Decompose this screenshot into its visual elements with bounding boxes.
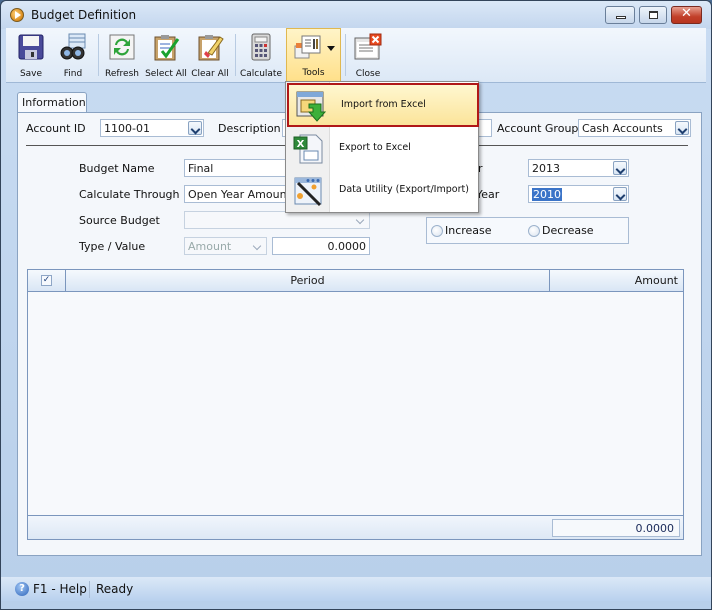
source-year-value: 2010 xyxy=(532,188,562,201)
account-group-value: Cash Accounts xyxy=(582,122,663,135)
value-amount: 0.0000 xyxy=(327,240,367,253)
account-id-combo[interactable]: 1100-01 xyxy=(100,119,204,137)
status-separator xyxy=(89,581,90,598)
close-window-icon xyxy=(354,33,382,60)
export-excel-icon: X xyxy=(293,134,323,164)
import-from-excel-label: Import from Excel xyxy=(341,99,426,110)
type-value: Amount xyxy=(188,240,232,253)
refresh-label: Refresh xyxy=(105,69,139,79)
data-utility-icon xyxy=(294,177,322,207)
binoculars-icon xyxy=(60,33,86,60)
calculate-button[interactable]: Calculate xyxy=(238,28,284,82)
close-window-button[interactable]: ✕ xyxy=(671,6,702,24)
export-to-excel-label: Export to Excel xyxy=(339,142,411,153)
help-text[interactable]: F1 - Help xyxy=(33,582,87,596)
total-amount: 0.0000 xyxy=(552,519,680,537)
status-text: Ready xyxy=(96,582,134,596)
maximize-button[interactable] xyxy=(639,6,667,24)
select-all-column: ✓ xyxy=(28,270,66,291)
minimize-icon xyxy=(616,16,626,19)
tools-icon xyxy=(294,35,320,59)
clear-all-button[interactable]: Clear All xyxy=(189,28,231,82)
save-label: Save xyxy=(19,69,43,79)
increase-label: Increase xyxy=(445,224,492,237)
minimize-button[interactable] xyxy=(605,6,635,24)
svg-text:X: X xyxy=(297,139,305,150)
account-id-value: 1100-01 xyxy=(104,122,150,135)
decrease-radio[interactable] xyxy=(528,225,540,237)
source-year-label: Year xyxy=(476,188,500,201)
type-combo[interactable]: Amount xyxy=(184,237,267,255)
select-all-label: Select All xyxy=(145,69,187,79)
select-all-button[interactable]: Select All xyxy=(144,28,188,82)
floppy-disk-icon xyxy=(18,34,44,60)
account-group-combo[interactable]: Cash Accounts xyxy=(578,119,691,137)
data-utility-label: Data Utility (Export/Import) xyxy=(339,184,469,195)
refresh-icon xyxy=(109,34,135,60)
toolbar: Save Find Refresh Select All Clear All C… xyxy=(6,28,706,83)
value-amount-field[interactable]: 0.0000 xyxy=(272,237,370,255)
account-id-label: Account ID xyxy=(26,122,86,135)
close-button[interactable]: Close xyxy=(348,28,388,82)
grid-footer: 0.0000 xyxy=(28,515,683,539)
type-value-label: Type / Value xyxy=(79,240,146,253)
select-all-checkbox[interactable]: ✓ xyxy=(41,275,52,286)
increase-radio[interactable] xyxy=(431,225,443,237)
close-label: Close xyxy=(355,69,381,79)
find-button[interactable]: Find xyxy=(53,28,93,82)
source-year-combo[interactable]: 2010 xyxy=(528,185,629,203)
budget-grid: ✓ Period Amount 0.0000 xyxy=(27,269,684,540)
menu-item-data-utility[interactable]: Data Utility (Export/Import) xyxy=(286,170,478,212)
account-group-label: Account Group xyxy=(497,122,579,135)
toolbar-separator xyxy=(98,34,99,76)
increase-decrease-group: Increase Decrease xyxy=(426,217,629,244)
year-combo[interactable]: 2013 xyxy=(528,159,629,177)
tools-label: Tools xyxy=(302,68,325,78)
chevron-down-icon[interactable] xyxy=(354,213,368,227)
menu-item-export-to-excel[interactable]: X Export to Excel xyxy=(286,128,478,170)
clear-all-clipboard-icon xyxy=(198,35,224,61)
clear-all-label: Clear All xyxy=(191,69,229,79)
source-budget-label: Source Budget xyxy=(79,214,160,227)
calculator-icon xyxy=(251,33,271,61)
grid-header: ✓ Period Amount xyxy=(28,270,683,292)
select-all-clipboard-icon xyxy=(154,35,180,61)
app-icon xyxy=(10,8,24,22)
help-icon[interactable]: ? xyxy=(15,582,29,596)
column-header-amount[interactable]: Amount xyxy=(550,270,683,291)
tools-dropdown-menu: Import from Excel X Export to Excel Data… xyxy=(285,81,479,213)
title-bar: Budget Definition ✕ xyxy=(1,1,711,29)
budget-definition-window: Budget Definition ✕ Save Find Refresh Se… xyxy=(0,0,712,610)
tab-information[interactable]: Information xyxy=(17,92,87,113)
tools-button[interactable]: Tools xyxy=(286,28,341,82)
window-title: Budget Definition xyxy=(31,8,137,22)
calculate-through-label: Calculate Through xyxy=(79,188,180,201)
import-excel-icon xyxy=(296,91,327,122)
refresh-button[interactable]: Refresh xyxy=(101,28,143,82)
toolbar-separator xyxy=(235,34,236,76)
close-icon: ✕ xyxy=(681,6,692,21)
budget-name-label: Budget Name xyxy=(79,162,155,175)
chevron-down-icon[interactable] xyxy=(613,161,627,175)
year-value: 2013 xyxy=(532,162,560,175)
dropdown-arrow-icon[interactable] xyxy=(327,46,335,51)
chevron-down-icon[interactable] xyxy=(613,187,627,201)
menu-item-import-from-excel[interactable]: Import from Excel xyxy=(287,83,479,127)
source-budget-combo[interactable] xyxy=(184,211,370,229)
toolbar-separator xyxy=(345,34,346,76)
decrease-label: Decrease xyxy=(542,224,594,237)
chevron-down-icon[interactable] xyxy=(188,121,202,135)
chevron-down-icon[interactable] xyxy=(675,121,689,135)
find-label: Find xyxy=(63,69,83,79)
column-header-period[interactable]: Period xyxy=(66,270,550,291)
save-button[interactable]: Save xyxy=(9,28,53,82)
description-label: Description xyxy=(218,122,281,135)
budget-name-value: Final xyxy=(188,162,214,175)
calculate-label: Calculate xyxy=(239,69,283,79)
maximize-icon xyxy=(649,11,658,19)
chevron-down-icon[interactable] xyxy=(251,239,265,253)
calculate-through-value: Open Year Amount xyxy=(188,188,291,201)
status-bar: ? F1 - Help Ready xyxy=(1,577,711,601)
